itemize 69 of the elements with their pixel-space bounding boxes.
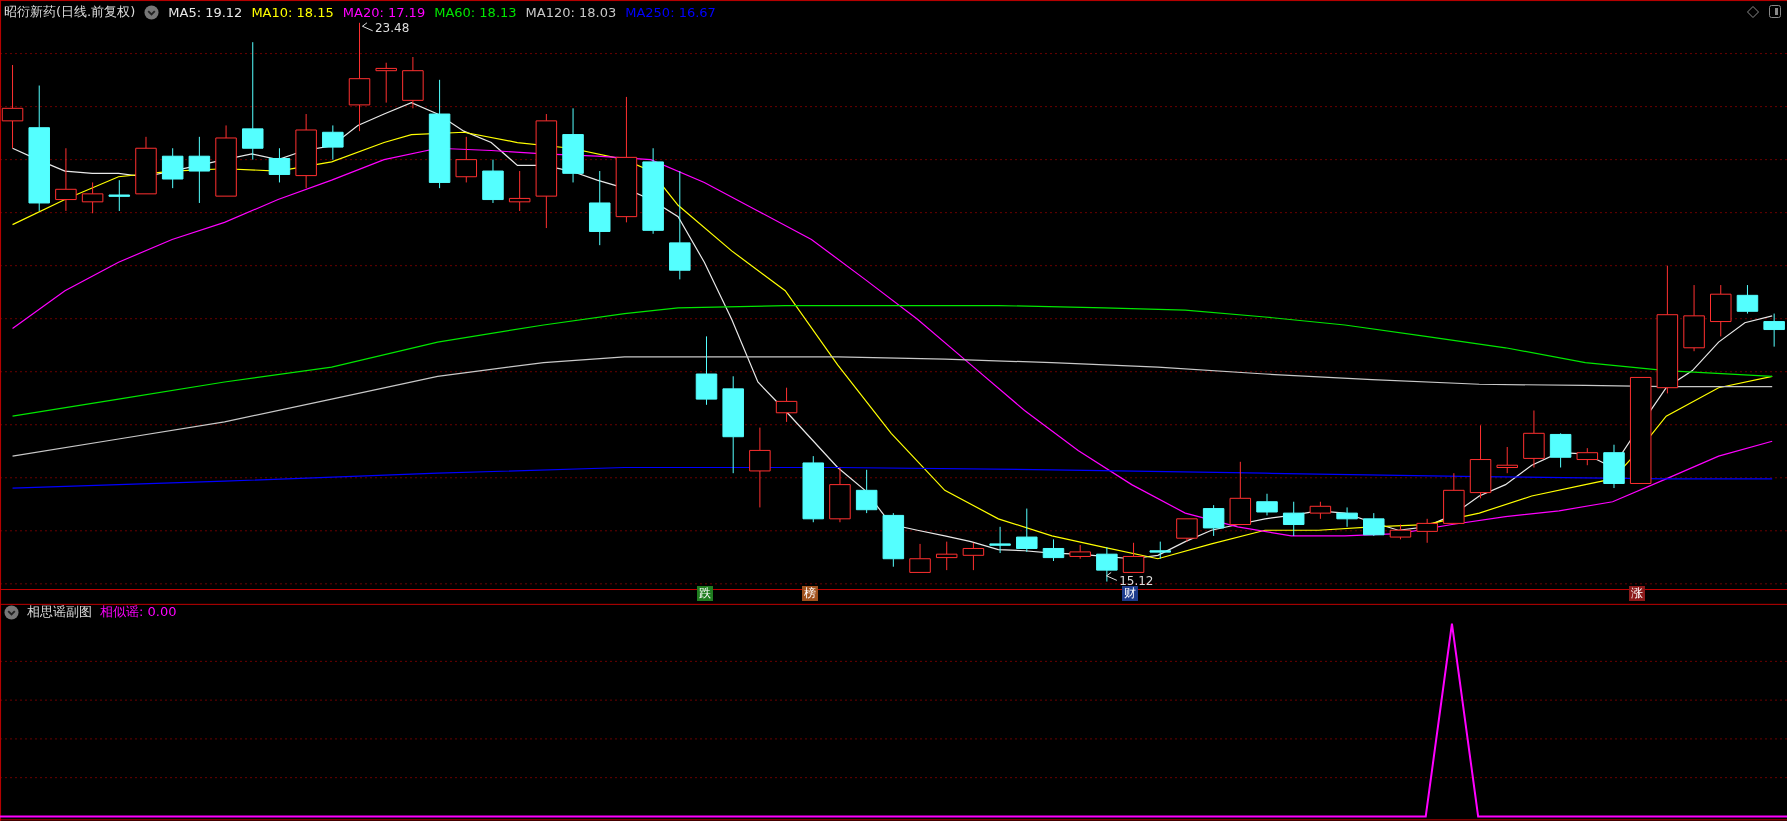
candlestick — [508, 170, 531, 212]
candlestick — [1229, 461, 1252, 526]
candlestick — [188, 136, 211, 204]
moving-average-value: MA60: 18.13 — [434, 4, 517, 20]
candlestick — [775, 387, 798, 423]
signal-marker: 榜 — [802, 586, 818, 601]
candlestick — [935, 541, 958, 571]
candlestick — [1176, 518, 1198, 543]
candlestick — [1496, 446, 1518, 474]
candlestick — [1763, 313, 1785, 348]
moving-average-value: MA120: 18.03 — [525, 4, 617, 20]
candlestick — [1282, 501, 1305, 537]
candlestick — [1016, 508, 1038, 553]
candlestick — [81, 181, 104, 214]
candlestick — [1256, 493, 1278, 516]
indicator-value: 相似谣: 0.00 — [100, 603, 177, 621]
candlestick — [1202, 504, 1225, 537]
price-label: 23.48 — [374, 20, 410, 35]
candlestick — [1736, 284, 1759, 315]
candlestick — [1523, 410, 1545, 468]
candlestick — [1549, 432, 1572, 468]
candlestick — [161, 147, 184, 189]
subchart-title: 相思谣副图 — [27, 603, 92, 621]
low-pointer-icon — [1106, 571, 1118, 581]
stock-title: 昭衍新药(日线.前复权) — [4, 3, 136, 21]
candlestick — [322, 124, 344, 161]
candlestick — [1443, 472, 1465, 526]
candlestick — [402, 56, 424, 109]
candlestick — [962, 542, 985, 571]
candlestick — [1336, 506, 1358, 528]
candlestick — [882, 512, 905, 568]
moving-average-value: MA20: 17.19 — [342, 4, 426, 20]
moving-average-value: MA10: 18.15 — [251, 4, 334, 20]
candlestick — [55, 147, 77, 212]
candlestick — [1710, 284, 1732, 337]
candlestick — [482, 159, 504, 204]
candlestick — [989, 526, 1011, 554]
candlestick — [1416, 518, 1438, 544]
candlestick — [1603, 444, 1625, 489]
candlestick — [455, 136, 478, 183]
candlestick — [1096, 546, 1118, 583]
moving-average-value: MA5: 19.12 — [168, 4, 243, 20]
candlestick — [695, 335, 718, 406]
candlestick — [1042, 538, 1065, 562]
candlestick — [268, 147, 291, 183]
candlestick — [1309, 501, 1332, 520]
panel-toggle-icon[interactable] — [1769, 5, 1781, 18]
candlestick — [1576, 447, 1599, 466]
candlestick — [375, 62, 397, 104]
price-label: 15.12 — [1119, 573, 1154, 588]
collapse-icon[interactable] — [4, 604, 19, 620]
candlestick — [1149, 541, 1171, 560]
high-pointer-icon — [361, 22, 374, 32]
candlestick — [829, 467, 851, 523]
signal-marker: 涨 — [1629, 586, 1645, 601]
candlestick — [802, 455, 824, 523]
signal-marker: 跌 — [697, 586, 713, 601]
candlestick — [135, 136, 157, 195]
collapse-icon[interactable] — [144, 4, 160, 20]
candlestick — [1363, 512, 1385, 537]
signal-marker: 财 — [1122, 586, 1138, 601]
candlestick — [1122, 542, 1145, 573]
candlestick — [1389, 524, 1412, 540]
candlestick — [108, 179, 131, 212]
candlestick — [1069, 544, 1091, 560]
candlestick — [855, 469, 878, 514]
moving-average-value: MA250: 16.67 — [625, 4, 716, 20]
candlestick — [1683, 284, 1705, 352]
candlestick — [909, 543, 931, 573]
